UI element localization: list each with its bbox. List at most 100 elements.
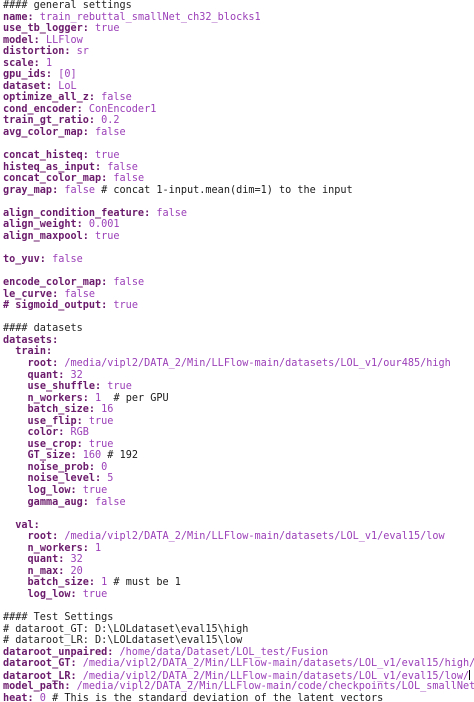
yaml-value: true bbox=[82, 415, 114, 427]
editor-line[interactable]: gray_map: false # concat 1-input.mean(di… bbox=[0, 185, 474, 197]
editor-line[interactable]: color: RGB bbox=[0, 427, 474, 439]
editor-line[interactable] bbox=[0, 139, 474, 151]
yaml-value: false bbox=[88, 127, 126, 139]
editor-line[interactable]: batch_size: 16 bbox=[0, 404, 474, 416]
inline-comment: # per GPU bbox=[101, 392, 169, 404]
editor-line[interactable]: n_workers: 1 # per GPU bbox=[0, 393, 474, 405]
yaml-key: use_flip: bbox=[27, 415, 83, 427]
editor-line[interactable]: quant: 32 bbox=[0, 370, 474, 382]
editor-line[interactable]: dataroot_GT: /media/vipl2/DATA_2/Min/LLF… bbox=[0, 658, 474, 670]
editor-line[interactable]: root: /media/vipl2/DATA_2/Min/LLFlow-mai… bbox=[0, 531, 474, 543]
text-cursor bbox=[469, 669, 471, 680]
editor-line[interactable]: n_workers: 1 bbox=[0, 543, 474, 555]
editor-line[interactable]: use_shuffle: true bbox=[0, 381, 474, 393]
editor-line[interactable]: noise_prob: 0 bbox=[0, 462, 474, 474]
editor-line[interactable]: gamma_aug: false bbox=[0, 497, 474, 509]
yaml-value: 32 bbox=[64, 554, 83, 566]
editor-line[interactable]: val: bbox=[0, 520, 474, 532]
editor-line[interactable]: use_crop: true bbox=[0, 439, 474, 451]
editor-line[interactable] bbox=[0, 600, 474, 612]
yaml-value: ConEncoder1 bbox=[82, 103, 157, 115]
yaml-value: true bbox=[88, 23, 120, 35]
editor-line[interactable]: histeq_as_input: false bbox=[0, 162, 474, 174]
editor-line[interactable]: optimize_all_z: false bbox=[0, 92, 474, 104]
yaml-key: dataroot_LR: bbox=[3, 670, 77, 682]
editor-line[interactable]: train_gt_ratio: 0.2 bbox=[0, 115, 474, 127]
yaml-value: /home/data/Dataset/LOL_test/Fusion bbox=[113, 646, 329, 658]
editor-line[interactable]: encode_color_map: false bbox=[0, 277, 474, 289]
editor-line[interactable]: batch_size: 1 # must be 1 bbox=[0, 577, 474, 589]
yaml-value: 0.001 bbox=[82, 219, 120, 231]
yaml-key: to_yuv: bbox=[3, 254, 46, 266]
editor-line[interactable]: distortion: sr bbox=[0, 46, 474, 58]
yaml-key: n_workers: bbox=[27, 542, 89, 554]
editor-line[interactable]: avg_color_map: false bbox=[0, 127, 474, 139]
editor-line[interactable]: #### datasets bbox=[0, 323, 474, 335]
editor-line[interactable]: noise_level: 5 bbox=[0, 473, 474, 485]
editor-line[interactable]: dataroot_unpaired: /home/data/Dataset/LO… bbox=[0, 647, 474, 659]
editor-line[interactable]: dataroot_LR: /media/vipl2/DATA_2/Min/LLF… bbox=[0, 669, 474, 682]
editor-line[interactable]: concat_histeq: true bbox=[0, 150, 474, 162]
editor-line[interactable]: #### Test Settings bbox=[0, 612, 474, 624]
comment-text: #### general settings bbox=[3, 0, 132, 11]
editor-line[interactable]: scale: 1 bbox=[0, 58, 474, 70]
editor-line[interactable]: log_low: true bbox=[0, 589, 474, 601]
editor-line[interactable] bbox=[0, 266, 474, 278]
yaml-value: 5 bbox=[101, 473, 114, 485]
editor-line[interactable]: n_max: 20 bbox=[0, 566, 474, 578]
editor-line[interactable]: name: train_rebuttal_smallNet_ch32_block… bbox=[0, 12, 474, 24]
yaml-key: batch_size: bbox=[27, 577, 96, 589]
text-editor[interactable]: #### general settings name: train_rebutta… bbox=[0, 0, 474, 702]
yaml-value: false bbox=[150, 207, 188, 219]
yaml-key: name: bbox=[3, 11, 34, 23]
yaml-key: datasets: bbox=[3, 334, 59, 346]
yaml-value: [0] bbox=[52, 69, 77, 81]
editor-line[interactable]: # dataroot_GT: D:\LOLdataset\eval15\high bbox=[0, 624, 474, 636]
yaml-value: 1 bbox=[39, 57, 53, 69]
editor-line[interactable]: gpu_ids: [0] bbox=[0, 69, 474, 81]
inline-comment: # concat 1-input.mean(dim=1) to the inpu… bbox=[95, 184, 353, 196]
yaml-key: avg_color_map: bbox=[3, 127, 89, 139]
editor-line[interactable]: dataset: LoL bbox=[0, 81, 474, 93]
yaml-value: 1 bbox=[95, 577, 108, 589]
editor-line[interactable]: root: /media/vipl2/DATA_2/Min/LLFlow-mai… bbox=[0, 358, 474, 370]
editor-line[interactable]: log_low: true bbox=[0, 485, 474, 497]
editor-line[interactable] bbox=[0, 312, 474, 324]
editor-line[interactable]: heat: 0 # This is the standard deviation… bbox=[0, 693, 474, 702]
editor-line[interactable]: align_condition_feature: false bbox=[0, 208, 474, 220]
yaml-key: concat_histeq: bbox=[3, 150, 89, 162]
editor-line[interactable]: concat_color_map: false bbox=[0, 173, 474, 185]
yaml-key: val: bbox=[15, 519, 40, 531]
editor-line[interactable]: use_tb_logger: true bbox=[0, 23, 474, 35]
editor-line[interactable]: # dataroot_LR: D:\LOLdataset\eval15\low bbox=[0, 635, 474, 647]
editor-line[interactable] bbox=[0, 242, 474, 254]
yaml-key: noise_prob: bbox=[27, 461, 96, 473]
editor-line[interactable]: # sigmoid_output: true bbox=[0, 300, 474, 312]
editor-line[interactable]: model_path: /media/vipl2/DATA_2/Min/LLFl… bbox=[0, 681, 474, 693]
yaml-value: 1 bbox=[88, 392, 102, 404]
editor-line[interactable]: align_weight: 0.001 bbox=[0, 219, 474, 231]
yaml-value: false bbox=[45, 254, 83, 266]
editor-line[interactable]: datasets: bbox=[0, 335, 474, 347]
editor-line[interactable]: le_curve: false bbox=[0, 289, 474, 301]
yaml-value: false bbox=[101, 161, 138, 173]
editor-line[interactable]: GT_size: 160 # 192 bbox=[0, 450, 474, 462]
editor-line[interactable] bbox=[0, 508, 474, 520]
editor-line[interactable]: quant: 32 bbox=[0, 554, 474, 566]
yaml-value: LLFlow bbox=[39, 34, 83, 46]
yaml-value: false bbox=[107, 173, 145, 185]
editor-line[interactable]: align_maxpool: true bbox=[0, 231, 474, 243]
editor-line[interactable]: model: LLFlow bbox=[0, 35, 474, 47]
editor-line[interactable]: to_yuv: false bbox=[0, 254, 474, 266]
yaml-key: use_crop: bbox=[27, 438, 83, 450]
yaml-value: /media/vipl2/DATA_2/Min/LLFlow-main/data… bbox=[76, 658, 474, 670]
editor-line[interactable]: train: bbox=[0, 346, 474, 358]
yaml-key: align_maxpool: bbox=[3, 230, 89, 242]
comment-text: # dataroot_GT: D:\LOLdataset\eval15\high bbox=[3, 623, 249, 635]
editor-line[interactable]: cond_encoder: ConEncoder1 bbox=[0, 104, 474, 116]
yaml-value: true bbox=[76, 588, 108, 600]
editor-line[interactable]: #### general settings bbox=[0, 0, 474, 12]
editor-line[interactable] bbox=[0, 196, 474, 208]
editor-line[interactable]: use_flip: true bbox=[0, 416, 474, 428]
yaml-key: train_gt_ratio: bbox=[3, 115, 96, 127]
